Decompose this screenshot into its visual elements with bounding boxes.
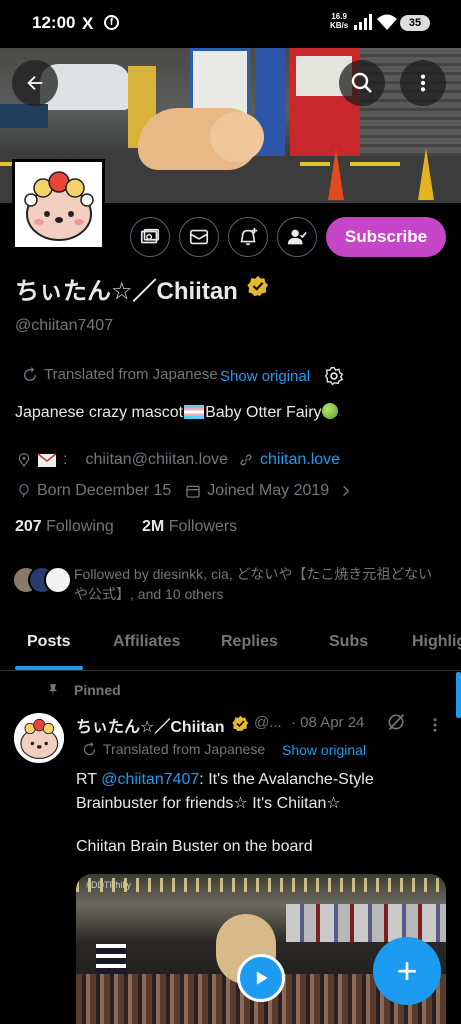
facebook-app-icon: f <box>104 15 119 30</box>
notifications-button[interactable] <box>228 217 268 257</box>
tab-posts[interactable]: Posts <box>27 633 71 651</box>
grok-icon[interactable] <box>386 712 406 732</box>
balloon-icon <box>19 484 29 497</box>
following-button[interactable] <box>277 217 317 257</box>
back-button[interactable] <box>12 60 58 106</box>
post-translation-notice: Translated from Japanese <box>82 741 265 757</box>
bell-plus-icon <box>240 227 258 246</box>
post-author-name[interactable]: ちぃたん☆／Chiitan <box>76 713 225 737</box>
verified-badge-icon[interactable] <box>247 275 269 297</box>
bio-translation-notice: Translated from Japanese <box>22 366 218 383</box>
profile-joined: Joined May 2019 <box>207 482 330 499</box>
followers-count-link[interactable]: 2M Followers <box>142 518 237 536</box>
translated-label: Translated from Japanese <box>44 366 218 383</box>
payments-button[interactable] <box>130 217 170 257</box>
trans-flag-emoji <box>184 405 205 419</box>
post-body-line2: Chiitan Brain Buster on the board <box>76 838 313 855</box>
subscribe-button[interactable]: Subscribe <box>326 217 446 257</box>
more-options-button[interactable] <box>400 60 446 106</box>
status-bar: 12:00 X f 16.9 KB/s 35 <box>0 0 461 48</box>
profile-dates-row: Born December 15 Joined May 2019 <box>17 482 353 500</box>
chiitan-avatar-image <box>15 162 102 247</box>
mail-icon <box>189 229 209 245</box>
profile-birthday: Born December 15 <box>37 482 172 499</box>
battery-indicator: 35 <box>400 15 430 31</box>
profile-display-name: ちぃたん☆／Chiitan <box>15 278 238 305</box>
green-apple-emoji <box>321 403 338 419</box>
profile-tabs: Posts Affiliates Replies Subs Highlig <box>0 616 461 671</box>
post-author-handle: @... <box>254 714 282 731</box>
tab-replies[interactable]: Replies <box>221 633 278 651</box>
gear-icon[interactable] <box>324 366 344 386</box>
media-overlay-tag: #DDTPhilly <box>86 880 132 890</box>
play-icon <box>256 971 268 985</box>
envelope-emoji <box>37 453 57 467</box>
pin-icon <box>48 684 58 696</box>
back-arrow-icon <box>27 75 43 91</box>
post-body-text: RT @chiitan7407: It's the Avalanche-Styl… <box>76 771 374 812</box>
more-vertical-icon <box>420 74 426 92</box>
link-icon <box>240 454 252 466</box>
search-icon <box>351 72 372 93</box>
followed-by-text[interactable]: Followed by diesinkk, cia, どないや【たこ焼き元祖どな… <box>74 564 444 604</box>
location-pin-icon <box>18 453 30 467</box>
chevron-right-icon[interactable] <box>339 484 353 498</box>
profile-email: chiitan@chiitan.love <box>85 451 228 468</box>
profile-website-link[interactable]: chiitan.love <box>260 451 340 469</box>
profile-location-row: : chiitan@chiitan.love chiitan.love <box>17 451 340 469</box>
post-author-avatar[interactable] <box>14 713 64 763</box>
pinned-label-row: Pinned <box>46 682 121 698</box>
translate-icon <box>83 741 96 755</box>
following-count-link[interactable]: 207 Following <box>15 518 114 536</box>
person-check-icon <box>287 229 307 245</box>
chiitan-avatar-image <box>14 713 64 763</box>
verified-badge-icon <box>232 715 249 732</box>
payments-icon <box>140 228 160 244</box>
status-time: 12:00 <box>32 13 76 32</box>
tab-scroll-indicator <box>456 672 461 718</box>
profile-handle: @chiitan7407 <box>15 317 114 334</box>
tab-affiliates[interactable]: Affiliates <box>113 633 181 651</box>
compose-post-button[interactable]: + <box>373 937 441 1005</box>
x-app-icon: X <box>82 14 94 33</box>
signal-icon <box>354 14 372 30</box>
play-button[interactable] <box>237 954 285 1002</box>
search-button[interactable] <box>339 60 385 106</box>
translate-icon <box>24 366 36 381</box>
post-date: · 08 Apr 24 <box>291 714 365 731</box>
profile-bio: Japanese crazy mascot Baby Otter Fairy <box>15 403 338 422</box>
wifi-icon <box>377 14 397 30</box>
tab-subs[interactable]: Subs <box>329 633 368 651</box>
post-mention-link[interactable]: @chiitan7407 <box>101 771 199 788</box>
profile-avatar[interactable] <box>12 159 105 250</box>
post-more-icon[interactable] <box>426 716 444 734</box>
show-original-link[interactable]: Show original <box>220 368 310 385</box>
followed-by-avatars[interactable] <box>12 566 72 596</box>
post-show-original-link[interactable]: Show original <box>282 742 366 758</box>
tab-highlights[interactable]: Highlig <box>412 633 461 651</box>
network-speed: 16.9 KB/s <box>330 12 349 30</box>
active-tab-indicator <box>15 666 83 670</box>
calendar-icon <box>186 485 200 498</box>
message-button[interactable] <box>179 217 219 257</box>
